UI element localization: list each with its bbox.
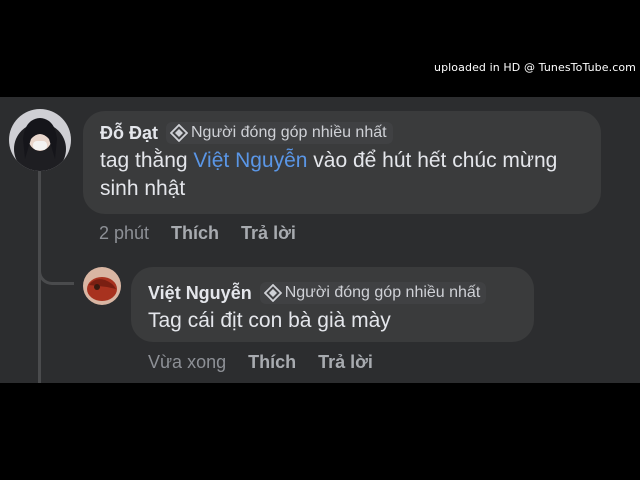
reply-button[interactable]: Trả lời (241, 223, 296, 244)
avatar[interactable] (83, 267, 121, 305)
comment-header: Việt Nguyễn Người đóng góp nhiều nhất (148, 282, 487, 304)
comment-time[interactable]: 2 phút (99, 223, 149, 244)
badge-label: Người đóng góp nhiều nhất (284, 284, 481, 301)
comment-actions: 2 phút Thích Trả lời (99, 223, 296, 244)
like-button[interactable]: Thích (171, 223, 219, 244)
comment-text-part: tag thằng (100, 149, 194, 172)
comment-text-line2: sinh nhật (100, 177, 186, 200)
avatar-photo-icon (83, 267, 121, 305)
mention-link[interactable]: Việt Nguyễn (193, 149, 307, 172)
reply-button[interactable]: Trả lời (318, 352, 373, 373)
avatar[interactable] (9, 109, 71, 171)
badge-label: Người đóng góp nhiều nhất (191, 124, 387, 141)
comment-author[interactable]: Đỗ Đạt (100, 123, 158, 144)
watermark: uploaded in HD @ TunesToTube.com (434, 61, 636, 74)
comment-text-part: vào để hút hết chúc mừng (307, 149, 558, 172)
comment-text: tag thằng Việt Nguyễn vào để hút hết chú… (100, 147, 595, 203)
like-button[interactable]: Thích (248, 352, 296, 373)
avatar-photo-icon (9, 109, 71, 171)
comment-actions: Vừa xong Thích Trả lời (148, 352, 373, 373)
diamond-badge-icon (263, 284, 282, 302)
reply-connector (38, 257, 74, 285)
diamond-badge-icon (170, 124, 188, 142)
comment-author[interactable]: Việt Nguyễn (148, 283, 252, 304)
comment-header: Đỗ Đạt Người đóng góp nhiều nhất (100, 122, 393, 144)
comment-time[interactable]: Vừa xong (148, 352, 226, 373)
top-contributor-badge: Người đóng góp nhiều nhất (259, 282, 487, 304)
top-contributor-badge: Người đóng góp nhiều nhất (166, 122, 393, 144)
comment-text: Tag cái địt con bà già mày (148, 309, 391, 332)
